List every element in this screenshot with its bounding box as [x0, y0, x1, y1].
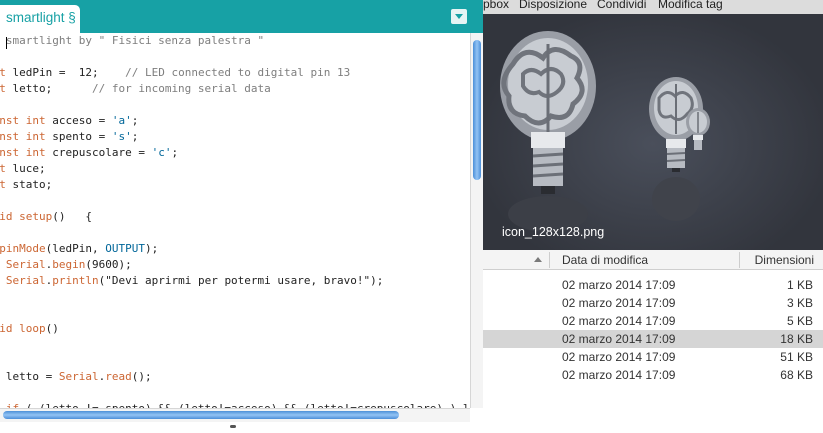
file-list: Data di modifica Dimensioni 02 marzo 201… — [483, 250, 823, 433]
file-row[interactable]: 02 marzo 2014 17:09 5 KB — [483, 312, 823, 330]
tab-bar: smartlight § — [0, 0, 483, 33]
tab-smartlight[interactable]: smartlight § — [0, 5, 80, 33]
code-line: int ledPin = 12; // LED connected to dig… — [0, 66, 351, 79]
vertical-scrollbar[interactable] — [470, 33, 483, 408]
arduino-editor-window: smartlight § // smartlight by " Fisici s… — [0, 0, 483, 433]
file-date: 02 marzo 2014 17:09 — [562, 332, 676, 346]
file-row[interactable]: 02 marzo 2014 17:09 51 KB — [483, 348, 823, 366]
column-date-modified[interactable]: Data di modifica — [562, 250, 648, 270]
column-size[interactable]: Dimensioni — [755, 250, 814, 270]
horizontal-scroll-thumb[interactable] — [3, 411, 399, 419]
file-size: 68 KB — [780, 368, 813, 382]
file-size: 51 KB — [780, 350, 813, 364]
file-date: 02 marzo 2014 17:09 — [562, 278, 676, 292]
text-caret — [6, 37, 7, 49]
brain-bulb-icon — [500, 31, 710, 232]
code-line: int stato; — [0, 178, 53, 191]
menu-modifica-tag[interactable]: Modifica tag — [658, 0, 723, 11]
code-line: Serial.begin(9600); — [5, 258, 132, 271]
code-line: // smartlight by " Fisici senza palestra… — [0, 34, 265, 47]
file-size: 18 KB — [780, 332, 813, 346]
file-date: 02 marzo 2014 17:09 — [562, 368, 676, 382]
code-line: Serial.println("Devi aprirmi per potermi… — [5, 274, 384, 287]
code-line: void setup() { — [0, 210, 92, 223]
code-line: const int crepuscolare = 'c'; — [0, 146, 179, 159]
file-date: 02 marzo 2014 17:09 — [562, 296, 676, 310]
code-line: if ( (letto != spento) && (letto!=acceso… — [0, 401, 470, 408]
code-line: const int acceso = 'a'; — [0, 114, 139, 127]
code-line: int luce; — [0, 162, 46, 175]
column-separator[interactable] — [739, 252, 740, 268]
menu-disposizione[interactable]: Disposizione — [519, 0, 587, 11]
finder-toolbar: pbox Disposizione Condividi Modifica tag — [483, 0, 823, 14]
file-row[interactable]: 02 marzo 2014 17:09 3 KB — [483, 294, 823, 312]
file-date: 02 marzo 2014 17:09 — [562, 314, 676, 328]
vertical-scroll-thumb[interactable] — [473, 40, 481, 180]
file-preview-pane: icon_128x128.png — [483, 14, 823, 258]
file-size: 3 KB — [786, 296, 813, 310]
file-row[interactable]: 02 marzo 2014 17:09 68 KB — [483, 366, 823, 384]
code-line: int letto; // for incoming serial data — [0, 82, 271, 95]
code-line: letto = Serial.read(); — [5, 370, 152, 383]
sort-ascending-icon[interactable] — [534, 257, 542, 262]
preview-filename: icon_128x128.png — [502, 225, 605, 239]
finder-window: pbox Disposizione Condividi Modifica tag — [483, 0, 823, 433]
code-line: void loop() — [0, 322, 59, 335]
list-header: Data di modifica Dimensioni — [483, 250, 823, 270]
tab-menu-chevron-icon[interactable] — [451, 9, 467, 24]
editor-resize-strip[interactable] — [0, 422, 483, 433]
column-separator[interactable] — [549, 252, 550, 268]
menu-condividi[interactable]: Condividi — [597, 0, 646, 11]
menu-pbox[interactable]: pbox — [483, 0, 509, 11]
file-row[interactable]: 02 marzo 2014 17:09 18 KB — [483, 330, 823, 348]
file-size: 5 KB — [786, 314, 813, 328]
horizontal-scrollbar[interactable] — [0, 408, 470, 422]
code-line: pinMode(ledPin, OUTPUT); — [0, 242, 159, 255]
code-editor[interactable]: // smartlight by " Fisici senza palestra… — [0, 33, 470, 408]
file-row[interactable]: 02 marzo 2014 17:09 1 KB — [483, 276, 823, 294]
file-size: 1 KB — [786, 278, 813, 292]
file-date: 02 marzo 2014 17:09 — [562, 350, 676, 364]
resize-grip-icon[interactable] — [230, 425, 236, 428]
code-line: const int spento = 's'; — [0, 130, 139, 143]
